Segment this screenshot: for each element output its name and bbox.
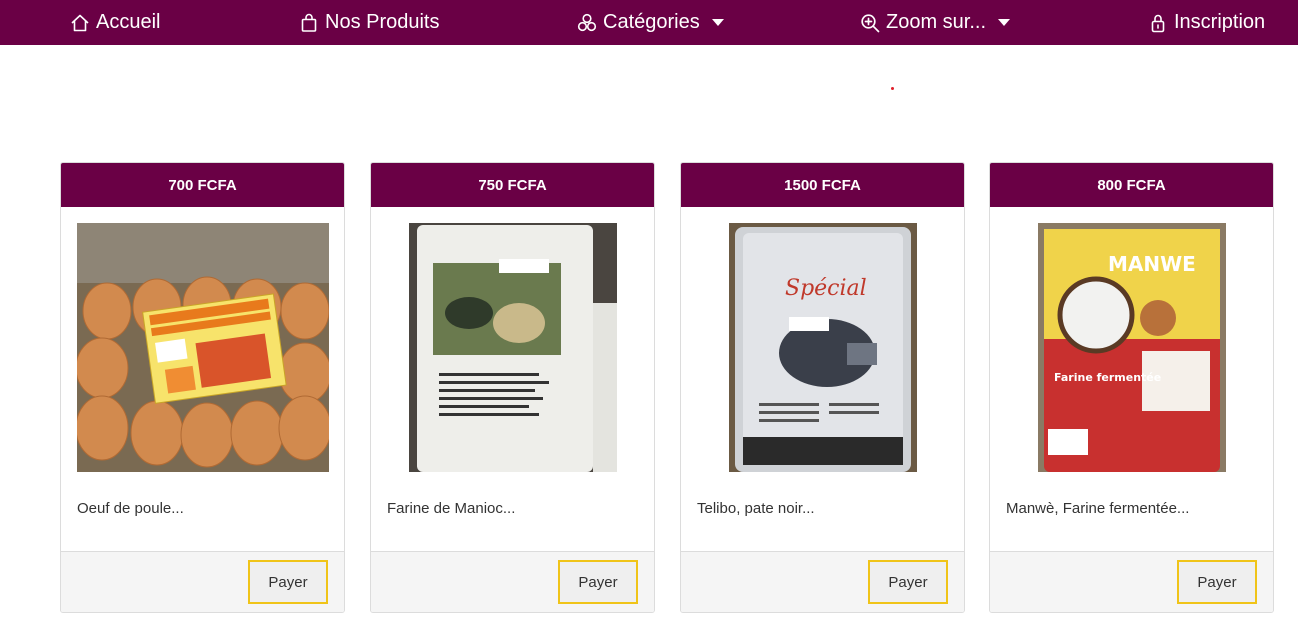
nav-signup-label: Inscription [1174, 11, 1266, 33]
product-image-cassava-flour[interactable] [409, 223, 617, 472]
nav-home-link[interactable]: Accueil [70, 0, 160, 45]
svg-text:MANWE: MANWE [1108, 252, 1196, 276]
product-price: 800 FCFA [990, 163, 1273, 207]
svg-text:Spécial: Spécial [785, 276, 867, 301]
nav-products-label: Nos Produits [325, 11, 440, 33]
pay-button[interactable]: Payer [558, 560, 638, 604]
nav-zoom-dropdown[interactable]: Zoom sur... [860, 0, 1011, 45]
nav-zoom-label: Zoom sur... [886, 11, 987, 33]
product-name: Farine de Manioc... [387, 500, 516, 517]
product-price: 750 FCFA [371, 163, 654, 207]
nav-categories-label: Catégories [603, 11, 700, 33]
product-image-manwe[interactable]: MANWE Farine fermentée [1038, 223, 1226, 472]
product-image-eggs[interactable] [77, 223, 329, 472]
nav-home-label: Accueil [96, 11, 161, 33]
product-card: 750 FCFA Farine de Manioc... Payer [370, 162, 655, 613]
nav-signup-link[interactable]: Inscription [1148, 0, 1265, 45]
nav-products-link[interactable]: Nos Produits [299, 0, 440, 45]
card-footer: Payer [990, 551, 1273, 612]
boxes-icon [577, 13, 597, 33]
pay-button[interactable]: Payer [248, 560, 328, 604]
pay-button[interactable]: Payer [868, 560, 948, 604]
top-navbar: Accueil Nos Produits Catégories Zoom sur… [0, 0, 1298, 45]
lock-icon [1148, 13, 1168, 33]
product-image-telibo[interactable]: Spécial [729, 223, 917, 472]
product-name: Manwè, Farine fermentée... [1006, 500, 1190, 517]
card-footer: Payer [61, 551, 344, 612]
product-card: 700 FCFA Oeuf de poule... Payer [60, 162, 345, 613]
pay-button[interactable]: Payer [1177, 560, 1257, 604]
product-name: Oeuf de poule... [77, 500, 184, 517]
product-card: 1500 FCFA Spécial Telibo, pate noir... P… [680, 162, 965, 613]
product-name: Telibo, pate noir... [697, 500, 815, 517]
zoom-in-icon [860, 13, 880, 33]
product-price: 700 FCFA [61, 163, 344, 207]
svg-text:Farine fermentée: Farine fermentée [1054, 371, 1161, 384]
home-icon [70, 13, 90, 33]
product-price: 1500 FCFA [681, 163, 964, 207]
card-footer: Payer [371, 551, 654, 612]
caret-down-icon [998, 19, 1011, 26]
loading-dot [891, 87, 894, 90]
nav-categories-dropdown[interactable]: Catégories [577, 0, 724, 45]
card-footer: Payer [681, 551, 964, 612]
caret-down-icon [711, 19, 724, 26]
shopping-bag-icon [299, 13, 319, 33]
product-card: 800 FCFA MANWE Farine fermentée Manwè, F… [989, 162, 1274, 613]
